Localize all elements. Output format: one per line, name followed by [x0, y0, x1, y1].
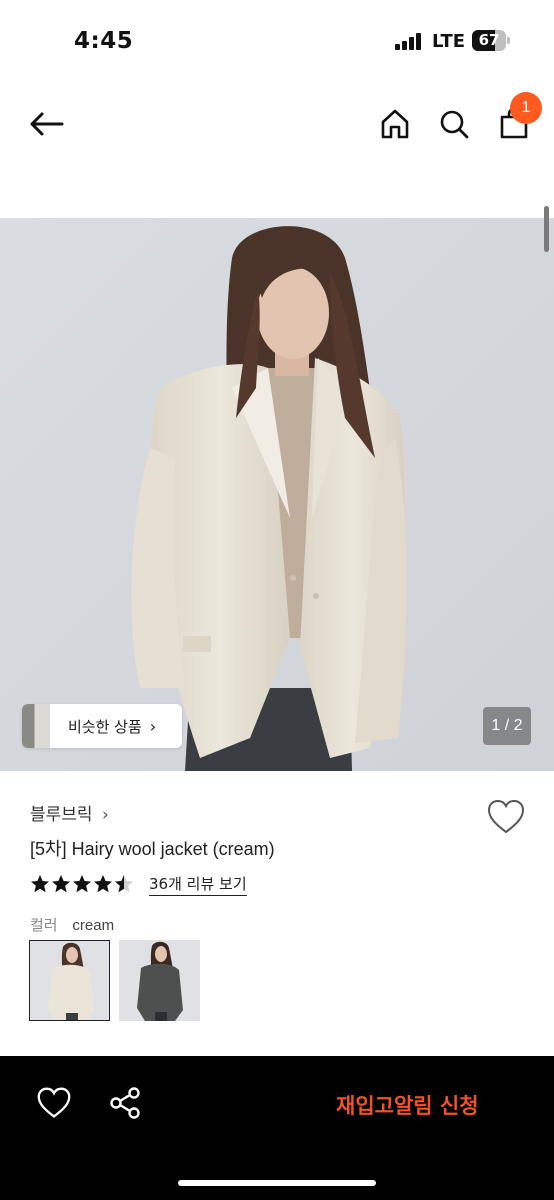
product-title: [5차] Hairy wool jacket (cream)	[30, 839, 275, 859]
star-rating	[30, 874, 135, 894]
home-indicator	[178, 1180, 376, 1186]
star-icon	[94, 875, 112, 893]
rating-row: 36개 리뷰 보기	[30, 872, 247, 896]
similar-products-label: 비슷한 상품	[68, 717, 142, 736]
signal-icon	[395, 33, 423, 50]
color-swatch-cream[interactable]	[29, 940, 110, 1021]
star-icon	[52, 875, 70, 893]
review-link[interactable]: 36개 리뷰 보기	[149, 873, 247, 896]
share-icon	[110, 1087, 140, 1119]
home-button[interactable]	[373, 102, 417, 146]
swatch-charcoal-image	[119, 940, 200, 1021]
color-swatch-charcoal[interactable]	[119, 940, 200, 1021]
battery-percent: 67	[478, 31, 500, 49]
heart-outline-icon	[37, 1087, 71, 1118]
scroll-indicator[interactable]	[544, 206, 549, 252]
status-bar: 4:45 LTE 67	[0, 0, 554, 84]
network-type: LTE	[432, 31, 466, 52]
wishlist-button[interactable]	[486, 798, 526, 836]
similar-products-button[interactable]: 비슷한 상품 ›	[22, 704, 182, 748]
color-label: 컬러	[30, 916, 58, 934]
brand-link[interactable]: 블루브릭 ›	[30, 800, 109, 825]
brand-name: 블루브릭	[30, 805, 93, 825]
product-image[interactable]	[0, 218, 554, 771]
back-button[interactable]	[24, 102, 68, 146]
restock-alert-button[interactable]: 재입고알림 신청	[336, 1090, 479, 1120]
star-icon	[115, 875, 133, 893]
star-icon	[31, 875, 49, 893]
search-icon	[440, 110, 469, 139]
chevron-right-icon: ›	[149, 716, 157, 736]
battery-icon: 67	[472, 30, 510, 51]
top-navigation	[0, 90, 554, 162]
star-icon	[73, 875, 91, 893]
status-time: 4:45	[74, 28, 134, 54]
chevron-right-icon: ›	[101, 805, 109, 825]
search-button[interactable]	[432, 102, 476, 146]
similar-products-thumbnail	[22, 704, 50, 748]
swatch-cream-image	[30, 941, 109, 1020]
bottom-wishlist-button[interactable]	[36, 1086, 72, 1122]
cart-badge: 1	[510, 92, 542, 124]
share-button[interactable]	[108, 1086, 144, 1122]
color-info: 컬러 cream	[30, 914, 114, 935]
bottom-action-bar	[0, 1056, 554, 1200]
heart-outline-icon	[487, 799, 525, 834]
image-page-indicator: 1 / 2	[483, 707, 531, 745]
color-value: cream	[72, 917, 115, 934]
product-photo	[0, 218, 554, 771]
home-icon	[381, 109, 409, 139]
arrow-left-icon	[30, 112, 64, 136]
